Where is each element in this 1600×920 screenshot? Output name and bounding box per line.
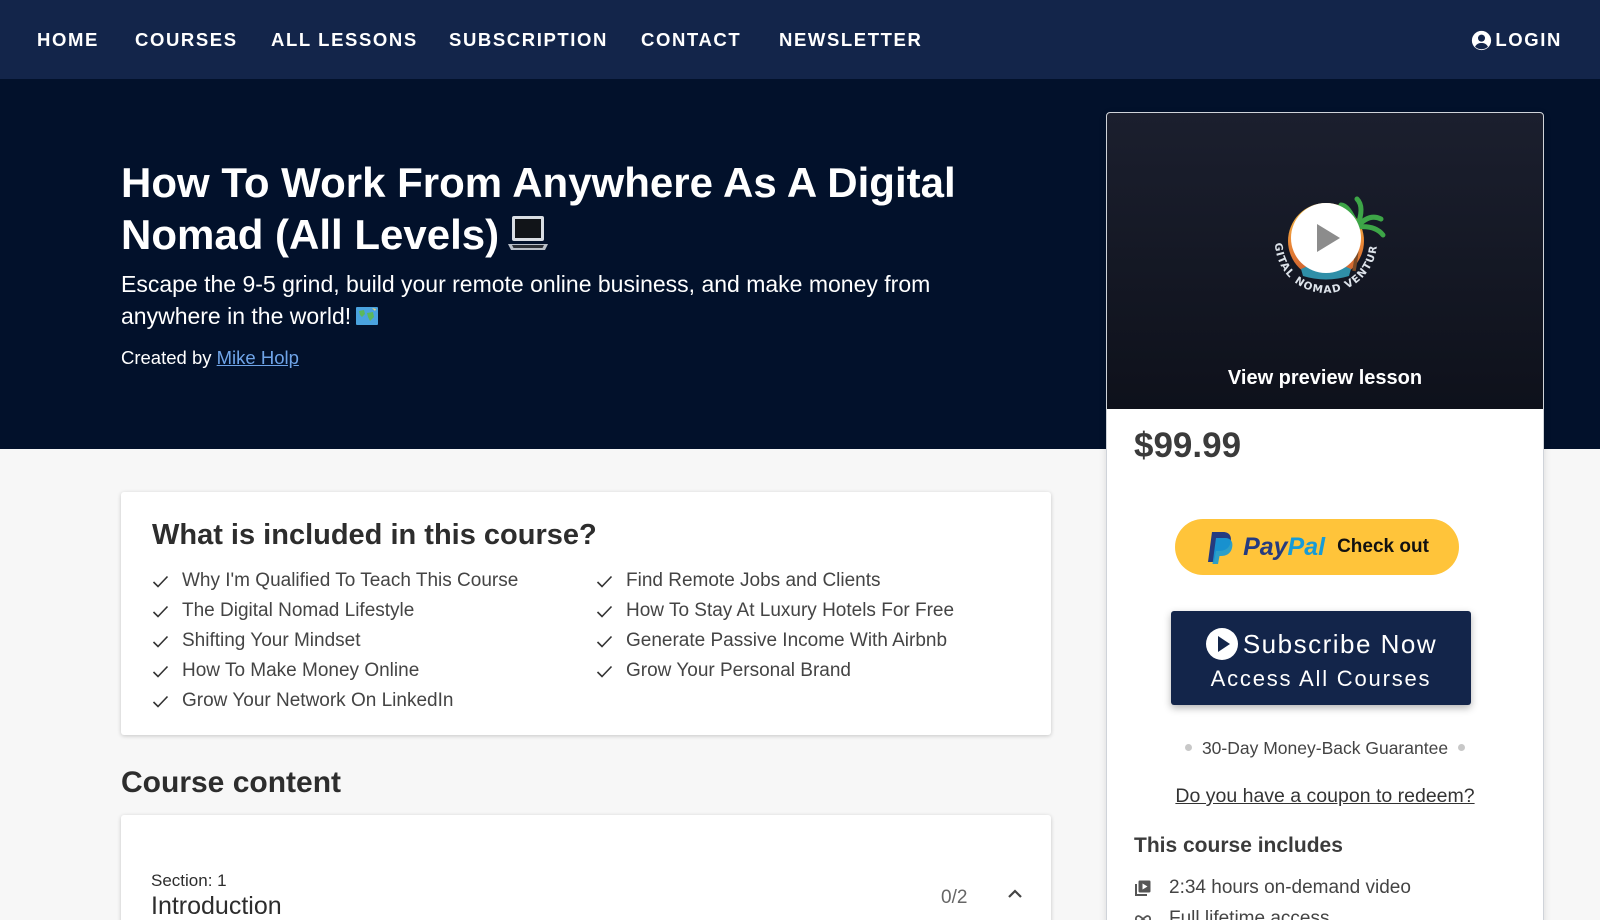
paypal-logo-icon (1208, 532, 1233, 564)
check-icon (152, 605, 169, 618)
preview-lesson[interactable]: DIGITAL NOMAD VENTURES View preview less… (1107, 113, 1543, 409)
paypal-wordmark: PayPal (1243, 533, 1325, 562)
purchase-sidebar: DIGITAL NOMAD VENTURES View preview less… (1106, 112, 1544, 920)
infinity-icon (1134, 915, 1152, 920)
subscribe-line2-label: Access All Courses (1210, 666, 1432, 691)
nav-contact[interactable]: CONTACT (641, 29, 741, 51)
subscribe-now-button[interactable]: Subscribe Now Access All Courses (1171, 611, 1471, 705)
list-item-label: Grow Your Personal Brand (626, 660, 851, 681)
course-includes-title: This course includes (1134, 834, 1343, 857)
nav-home[interactable]: HOME (37, 29, 99, 51)
list-item: Grow Your Personal Brand (596, 656, 954, 686)
coupon-link[interactable]: Do you have a coupon to redeem? (1107, 785, 1543, 808)
check-icon (596, 575, 613, 588)
paypal-checkout-button[interactable]: PayPal Check out (1175, 519, 1459, 575)
play-circle-icon (1205, 628, 1238, 660)
course-content-title: Course content (121, 766, 342, 799)
list-item-label: The Digital Nomad Lifestyle (182, 600, 415, 621)
list-item-label: Find Remote Jobs and Clients (626, 570, 881, 591)
paypal-wordmark-pal: Pal (1287, 532, 1326, 561)
list-item: Shifting Your Mindset (152, 626, 518, 656)
course-subtitle-text: Escape the 9-5 grind, build your remote … (121, 271, 931, 329)
course-title: How To Work From Anywhere As A Digital N… (121, 157, 981, 265)
created-by-label: Created by (121, 347, 212, 368)
list-item-label: How To Make Money Online (182, 660, 420, 681)
whats-included-title: What is included in this course? (152, 519, 597, 551)
user-circle-icon (1472, 30, 1492, 50)
course-section[interactable]: Section: 1 Introduction 0/2 (121, 815, 1051, 920)
list-item: Generate Passive Income With Airbnb (596, 626, 954, 656)
list-item: How To Stay At Luxury Hotels For Free (596, 596, 954, 626)
money-back-guarantee: 30-Day Money-Back Guarantee (1107, 738, 1543, 759)
course-price: $99.99 (1134, 426, 1242, 465)
section-number: Section: 1 (151, 871, 227, 890)
subscribe-line1-label: Subscribe Now (1242, 628, 1438, 659)
whats-included-list-right: Find Remote Jobs and Clients How To Stay… (596, 566, 954, 686)
course-includes-item: Full lifetime access (1134, 908, 1330, 920)
check-icon (596, 635, 613, 648)
bullet-dot (1184, 744, 1192, 751)
login-label: LOGIN (1495, 29, 1562, 50)
paypal-wordmark-pay: Pay (1243, 532, 1288, 561)
preview-lesson-label: View preview lesson (1227, 367, 1423, 389)
course-includes-item: 2:34 hours on-demand video (1134, 877, 1411, 899)
list-item-label: Why I'm Qualified To Teach This Course (182, 570, 519, 591)
paypal-checkout-label: Check out (1337, 536, 1429, 557)
video-library-icon (1135, 880, 1151, 896)
list-item-label: Shifting Your Mindset (182, 630, 361, 651)
course-includes-label: Full lifetime access (1169, 908, 1330, 920)
check-icon (596, 665, 613, 678)
bullet-dot (1458, 744, 1466, 751)
author-link[interactable]: Mike Holp (217, 347, 299, 368)
check-icon (152, 695, 169, 708)
list-item-label: How To Stay At Luxury Hotels For Free (626, 600, 955, 621)
nav-subscription[interactable]: SUBSCRIPTION (449, 29, 608, 51)
world-map-icon (355, 303, 379, 335)
check-icon (152, 635, 169, 648)
list-item-label: Generate Passive Income With Airbnb (626, 630, 948, 651)
check-icon (152, 575, 169, 588)
nav-courses[interactable]: COURSES (135, 29, 238, 51)
list-item-label: Grow Your Network On LinkedIn (182, 690, 454, 711)
money-back-guarantee-text: 30-Day Money-Back Guarantee (1201, 738, 1449, 758)
section-title: Introduction (151, 892, 282, 920)
digital-nomad-ventures-logo: DIGITAL NOMAD VENTURES (1253, 179, 1386, 296)
nav-all-lessons[interactable]: ALL LESSONS (271, 29, 418, 51)
chevron-up-icon[interactable] (1005, 884, 1025, 904)
course-includes-label: 2:34 hours on-demand video (1169, 877, 1411, 898)
login-link[interactable]: LOGIN (1471, 29, 1562, 51)
list-item: Grow Your Network On LinkedIn (152, 686, 518, 716)
section-progress: 0/2 (941, 887, 968, 908)
list-item: Find Remote Jobs and Clients (596, 566, 954, 596)
created-by: Created by Mike Holp (121, 347, 299, 369)
laptop-icon (507, 213, 549, 265)
subscribe-line1: Subscribe Now (1171, 627, 1471, 661)
list-item: The Digital Nomad Lifestyle (152, 596, 518, 626)
top-nav: HOME COURSES ALL LESSONS SUBSCRIPTION CO… (0, 0, 1600, 79)
list-item: Why I'm Qualified To Teach This Course (152, 566, 518, 596)
check-icon (596, 605, 613, 618)
course-subtitle: Escape the 9-5 grind, build your remote … (121, 268, 1021, 335)
list-item: How To Make Money Online (152, 656, 518, 686)
whats-included-list-left: Why I'm Qualified To Teach This Course T… (152, 566, 518, 716)
whats-included-card: What is included in this course? Why I'm… (121, 492, 1051, 735)
check-icon (152, 665, 169, 678)
nav-newsletter[interactable]: NEWSLETTER (779, 29, 922, 51)
